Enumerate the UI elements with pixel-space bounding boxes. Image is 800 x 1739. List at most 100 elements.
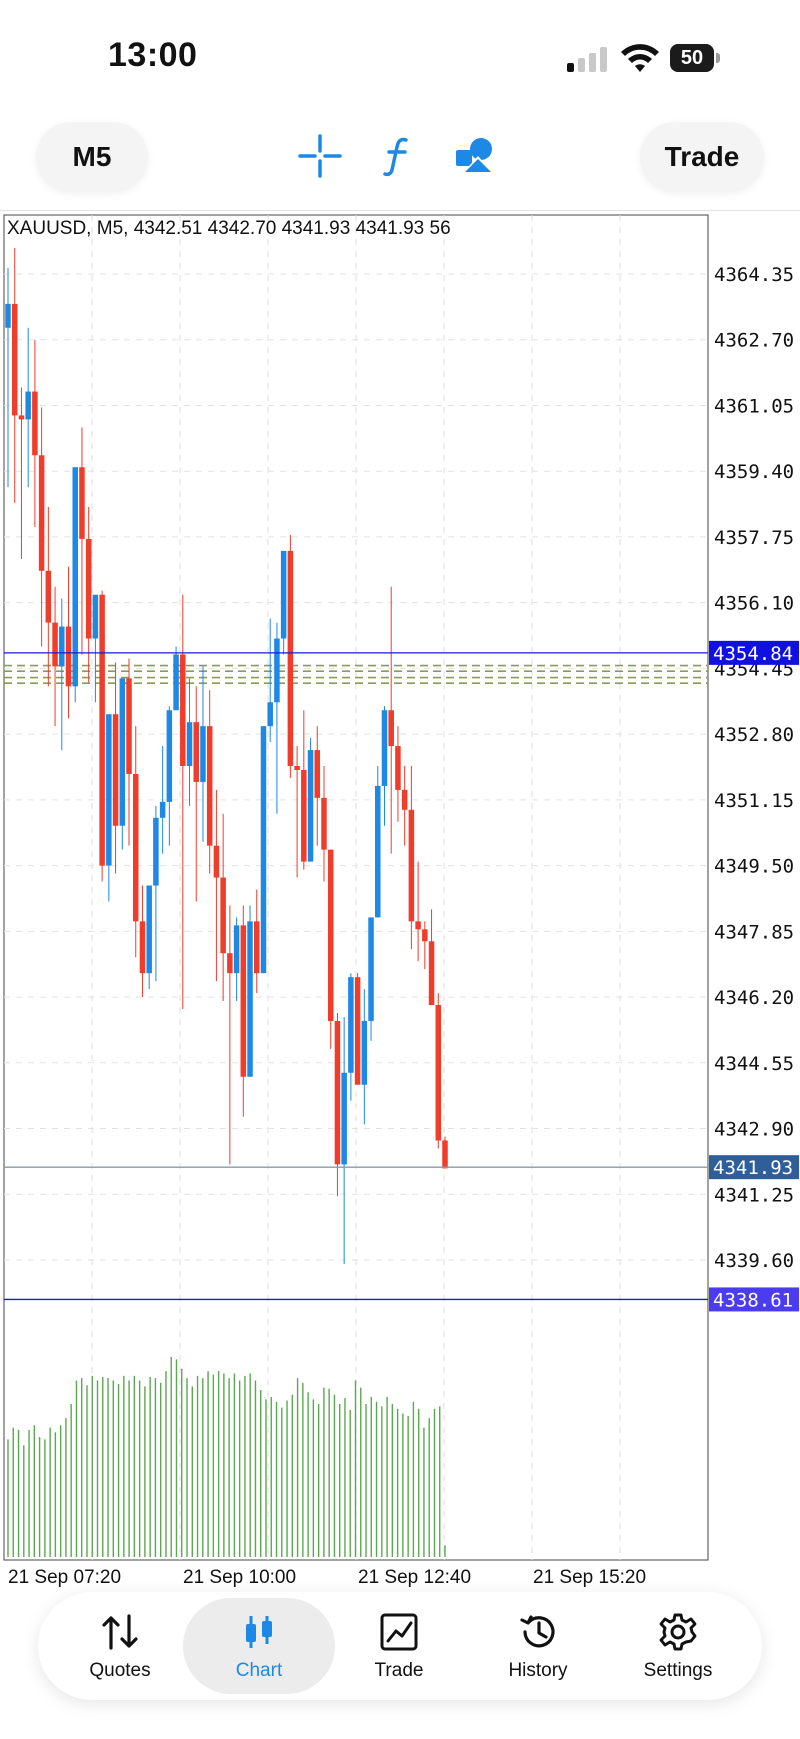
candle-body [227,953,233,974]
candle-body [106,714,112,866]
function-icon[interactable] [376,134,420,178]
nav-trade-label: Trade [374,1660,424,1681]
nav-trade[interactable]: Trade [329,1592,469,1700]
candle-body [166,710,173,802]
candle-body [280,550,287,639]
candle-body [301,769,307,862]
price-tick-label: 4364.35 [714,264,794,286]
candle-body [126,678,132,774]
price-tick-label: 4361.05 [714,395,794,417]
candle-body [132,773,139,922]
price-tick-label: 4362.70 [714,330,794,352]
candle-body [38,455,45,571]
candle-body [375,785,381,918]
timeframe-button[interactable]: M5 [36,122,148,192]
candle-body [79,467,85,539]
candle-body [260,726,267,974]
nav-chart-label: Chart [235,1660,283,1681]
candle-body [180,654,186,767]
candle-body [18,415,25,420]
candle-body [139,921,146,974]
candle-body [361,1020,368,1085]
candle-body [92,594,99,639]
candle-body [354,977,361,1085]
candle-body [388,710,394,747]
bid-price-label: 4354.84 [713,643,793,665]
candle-body [381,710,388,786]
price-tick-label: 4339.60 [714,1250,794,1272]
candle-body [341,1072,347,1165]
wifi-icon [621,44,659,72]
nav-settings-label: Settings [643,1660,713,1681]
candle-body [59,626,65,667]
candle-body [85,538,92,639]
candle-body [422,929,428,942]
candle-body [415,921,421,930]
candle-body [173,654,179,711]
trade-button[interactable]: Trade [640,122,764,192]
cellular-signal-icon [567,46,609,72]
candle-body [287,550,294,767]
candle-body [206,726,213,846]
nav-history-label: History [508,1660,568,1681]
nav-quotes[interactable]: Quotes [50,1592,190,1700]
candlestick-chart[interactable]: 4364.35 4362.70 4361.05 4359.40 4357.75 4356.… [0,210,800,1590]
price-tick-label: 4356.10 [714,593,794,615]
candle-body [294,766,300,770]
candle-body [65,626,72,687]
candle-body [368,917,374,1021]
nav-chart[interactable]: Chart [183,1598,335,1694]
candle-body [193,722,199,782]
candle-body [11,303,18,416]
time-axis-label: 21 Sep 12:40 [358,1567,471,1588]
time-axis-label: 21 Sep 15:20 [533,1567,646,1588]
price-tick-label: 4351.15 [714,790,794,812]
candle-body [307,750,314,862]
crosshair-icon[interactable] [298,134,342,178]
price-chart[interactable]: 4364.35 4362.70 4361.05 4359.40 4357.75 4356.… [0,210,800,1590]
trade-icon [380,1613,418,1651]
last-price-label: 4341.93 [713,1157,793,1179]
candle-body [334,1020,341,1165]
battery-icon: 50 [670,44,722,72]
candle-body [52,622,58,667]
price-tick-label: 4357.75 [714,527,794,549]
candle-body [32,391,38,456]
candle-body [254,921,260,974]
objects-icon[interactable] [454,134,498,178]
nav-history[interactable]: History [468,1592,608,1700]
candle-body [200,726,206,782]
nav-settings[interactable]: Settings [608,1592,748,1700]
settings-icon [659,1613,697,1651]
candle-body [153,817,159,886]
candle-body [233,925,240,974]
candle-body [240,925,247,1077]
price-tick-label: 4347.85 [714,921,794,943]
candle-body [159,801,166,818]
quotes-icon [102,1614,138,1650]
price-tick-label: 4344.55 [714,1053,794,1075]
candle-body [348,977,354,1073]
status-time: 13:00 [108,36,198,74]
time-axis-label: 21 Sep 10:00 [183,1567,296,1588]
chart-icon [246,1616,272,1648]
chart-toolbar: M5 Trade [0,110,800,211]
candle-body [112,714,119,826]
price-tick-label: 4349.50 [714,856,794,878]
candle-body [442,1140,448,1169]
candle-body [435,1005,442,1141]
candle-body [99,594,105,866]
candle-body [274,638,280,703]
candle-body [45,570,52,623]
candle-body [119,678,126,826]
candle-body [395,746,401,790]
chart-symbol-info: XAUUSD, M5, 4342.51 4342.70 4341.93 4341… [7,218,451,239]
price-tick-label: 4352.80 [714,724,794,746]
candle-body [401,789,408,810]
price-tick-label: 4342.90 [714,1119,794,1141]
candle-body [213,845,220,878]
low-price-label: 4338.61 [713,1289,793,1311]
candle-body [25,391,31,420]
candle-body [146,885,152,974]
price-tick-label: 4359.40 [714,461,794,483]
